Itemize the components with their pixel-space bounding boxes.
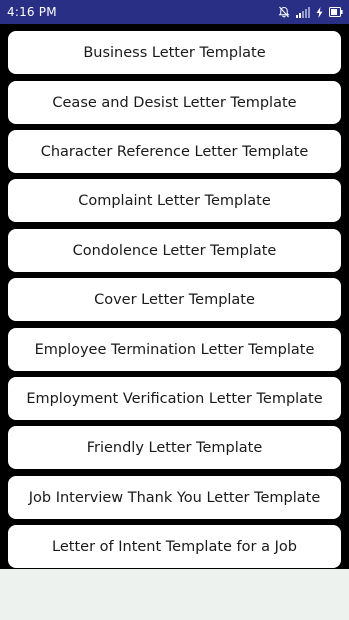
list-item[interactable]: Condolence Letter Template <box>8 229 341 272</box>
charging-bolt-icon <box>316 6 323 18</box>
bottom-blank-area <box>0 569 349 620</box>
status-time: 4:16 PM <box>7 5 57 19</box>
battery-icon <box>329 7 343 17</box>
list-item[interactable]: Character Reference Letter Template <box>8 130 341 173</box>
list-item[interactable]: Business Letter Template <box>8 31 341 74</box>
signal-icon <box>296 6 310 18</box>
template-list: Business Letter Template Cease and Desis… <box>0 24 349 569</box>
list-item[interactable]: Letter of Intent Template for a Job <box>8 525 341 568</box>
list-item[interactable]: Cease and Desist Letter Template <box>8 81 341 124</box>
app-screen: 4:16 PM Business Letter Template Cease a… <box>0 0 349 620</box>
status-icons <box>278 6 343 18</box>
list-item[interactable]: Friendly Letter Template <box>8 426 341 469</box>
list-item[interactable]: Job Interview Thank You Letter Template <box>8 476 341 519</box>
list-item[interactable]: Complaint Letter Template <box>8 179 341 222</box>
list-item[interactable]: Employee Termination Letter Template <box>8 328 341 371</box>
list-item[interactable]: Cover Letter Template <box>8 278 341 321</box>
list-item[interactable]: Employment Verification Letter Template <box>8 377 341 420</box>
mute-icon <box>278 6 290 18</box>
status-bar: 4:16 PM <box>0 0 349 24</box>
